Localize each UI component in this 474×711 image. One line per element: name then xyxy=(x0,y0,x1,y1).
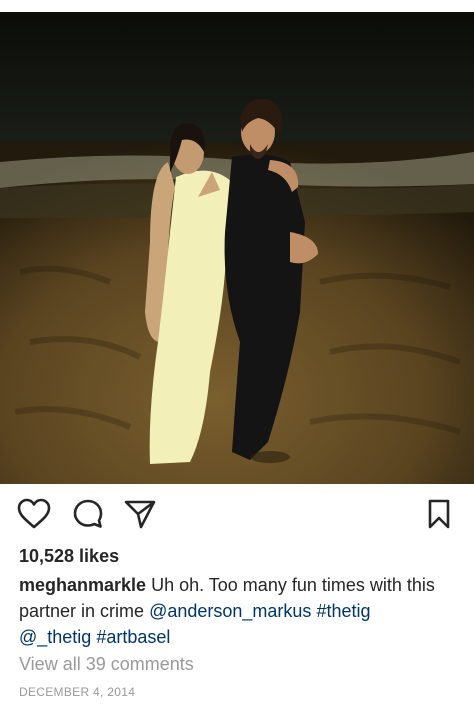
mention-thetig[interactable]: @_thetig xyxy=(19,627,91,647)
post-caption: meghanmarkle Uh oh. Too many fun times w… xyxy=(19,572,459,650)
comment-button[interactable] xyxy=(70,496,106,532)
hashtag-thetig[interactable]: #thetig xyxy=(316,601,370,621)
view-comments-link[interactable]: View all 39 comments xyxy=(19,654,194,675)
like-count[interactable]: 10,528 likes xyxy=(19,546,119,567)
save-button[interactable] xyxy=(421,496,457,532)
send-icon xyxy=(124,500,156,529)
post-date: DECEMBER 4, 2014 xyxy=(19,685,136,699)
comment-icon xyxy=(73,499,103,528)
post-photo[interactable] xyxy=(0,12,474,484)
bookmark-icon xyxy=(428,499,450,529)
heart-icon xyxy=(17,498,51,529)
action-bar xyxy=(0,496,474,536)
mention-anderson-markus[interactable]: @anderson_markus xyxy=(149,601,311,621)
top-strip xyxy=(0,0,474,12)
hashtag-artbasel[interactable]: #artbasel xyxy=(96,627,170,647)
beach-photo-illustration xyxy=(0,12,474,484)
share-button[interactable] xyxy=(122,496,158,532)
caption-username[interactable]: meghanmarkle xyxy=(19,575,146,595)
like-button[interactable] xyxy=(16,496,52,532)
